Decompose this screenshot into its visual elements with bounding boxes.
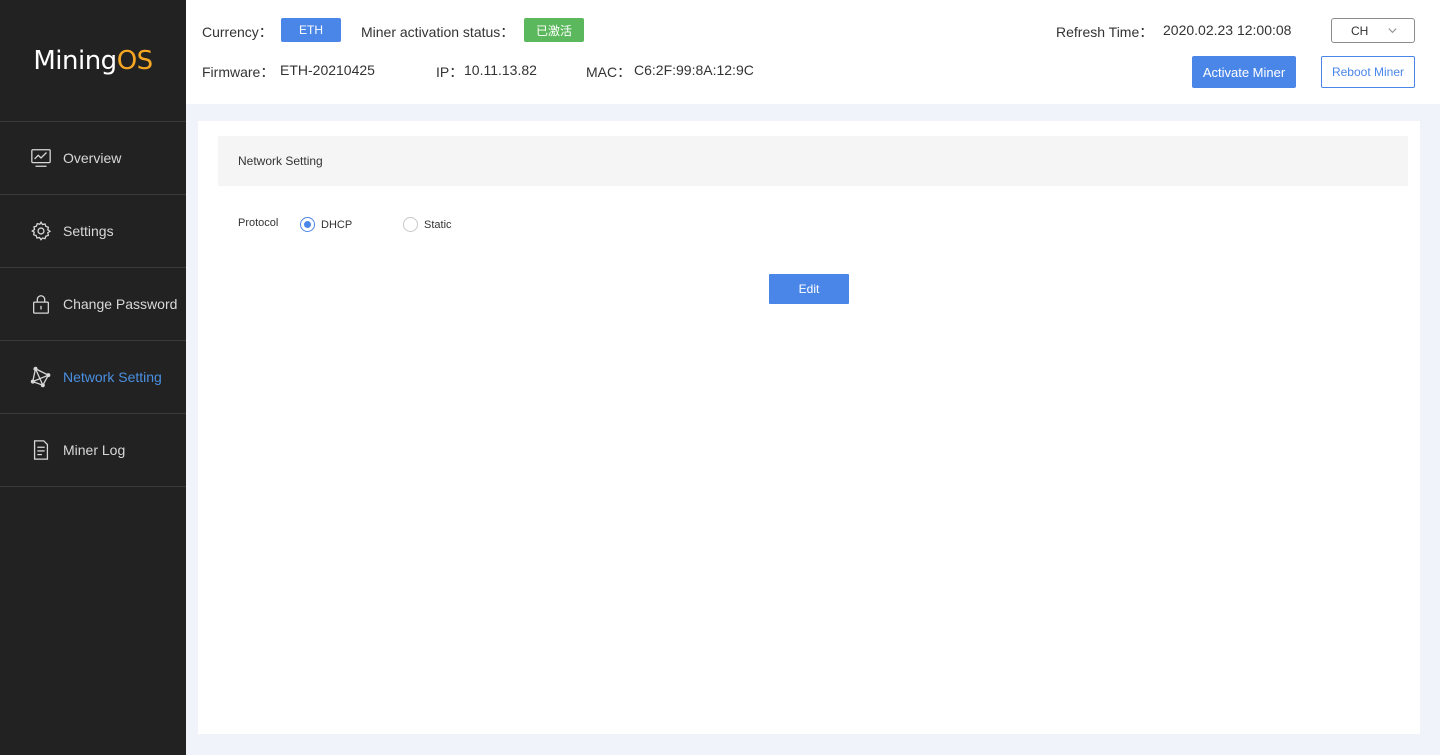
firmware-label: Firmware： bbox=[202, 64, 275, 80]
sidebar-item-label: Miner Log bbox=[63, 442, 126, 458]
radio-label: Static bbox=[424, 218, 452, 231]
sidebar-item-overview[interactable]: Overview bbox=[0, 122, 186, 195]
logo-main-text: Mining bbox=[33, 45, 117, 76]
radio-dhcp[interactable]: DHCP bbox=[300, 217, 352, 232]
sidebar-item-miner-log[interactable]: Miner Log bbox=[0, 414, 186, 487]
sidebar-item-label: Network Setting bbox=[63, 369, 162, 385]
chevron-down-icon bbox=[1387, 25, 1398, 36]
sidebar-item-label: Settings bbox=[63, 223, 114, 239]
logo-accent-text: OS bbox=[116, 45, 153, 76]
radio-label: DHCP bbox=[321, 218, 353, 231]
document-icon bbox=[30, 439, 52, 461]
ip-label: IP： bbox=[436, 64, 464, 80]
mac-label: MAC： bbox=[586, 64, 632, 80]
activate-miner-button[interactable]: Activate Miner bbox=[1192, 56, 1296, 88]
sidebar-item-label: Overview bbox=[63, 150, 122, 166]
sidebar-item-network-setting[interactable]: Network Setting bbox=[0, 341, 186, 414]
firmware-value: ETH-20210425 bbox=[280, 62, 375, 78]
activation-status-label: Miner activation status： bbox=[361, 24, 515, 40]
chart-monitor-icon bbox=[30, 147, 52, 169]
sidebar-item-label: Change Password bbox=[63, 296, 178, 312]
edit-button[interactable]: Edit bbox=[769, 274, 849, 304]
language-select[interactable]: CH bbox=[1331, 18, 1415, 43]
refresh-time-label: Refresh Time： bbox=[1056, 24, 1154, 40]
ip-value: 10.11.13.82 bbox=[464, 62, 537, 78]
radio-dot[interactable] bbox=[403, 217, 418, 232]
activation-status-badge: 已激活 bbox=[524, 18, 584, 42]
sidebar-item-change-password[interactable]: Change Password bbox=[0, 268, 186, 341]
sidebar: MiningOS Overview Settings Change Passwo… bbox=[0, 0, 186, 755]
radio-static[interactable]: Static bbox=[403, 217, 452, 232]
protocol-label: Protocol bbox=[238, 217, 279, 229]
main-panel: Network Setting Protocol DHCP Static Edi… bbox=[198, 121, 1420, 734]
sidebar-item-settings[interactable]: Settings bbox=[0, 195, 186, 268]
refresh-time-value: 2020.02.23 12:00:08 bbox=[1163, 22, 1292, 38]
lock-icon bbox=[30, 293, 52, 315]
section-title: Network Setting bbox=[218, 136, 1408, 186]
logo[interactable]: MiningOS bbox=[0, 0, 186, 122]
network-icon bbox=[30, 366, 52, 388]
gear-icon bbox=[30, 220, 52, 242]
header: Currency： ETH Miner activation status： 已… bbox=[186, 0, 1440, 104]
currency-label: Currency： bbox=[202, 24, 273, 40]
mac-value: C6:2F:99:8A:12:9C bbox=[634, 62, 754, 78]
language-select-value: CH bbox=[1351, 23, 1369, 38]
reboot-miner-button[interactable]: Reboot Miner bbox=[1321, 56, 1415, 88]
radio-dot[interactable] bbox=[300, 217, 315, 232]
currency-badge: ETH bbox=[281, 18, 341, 42]
